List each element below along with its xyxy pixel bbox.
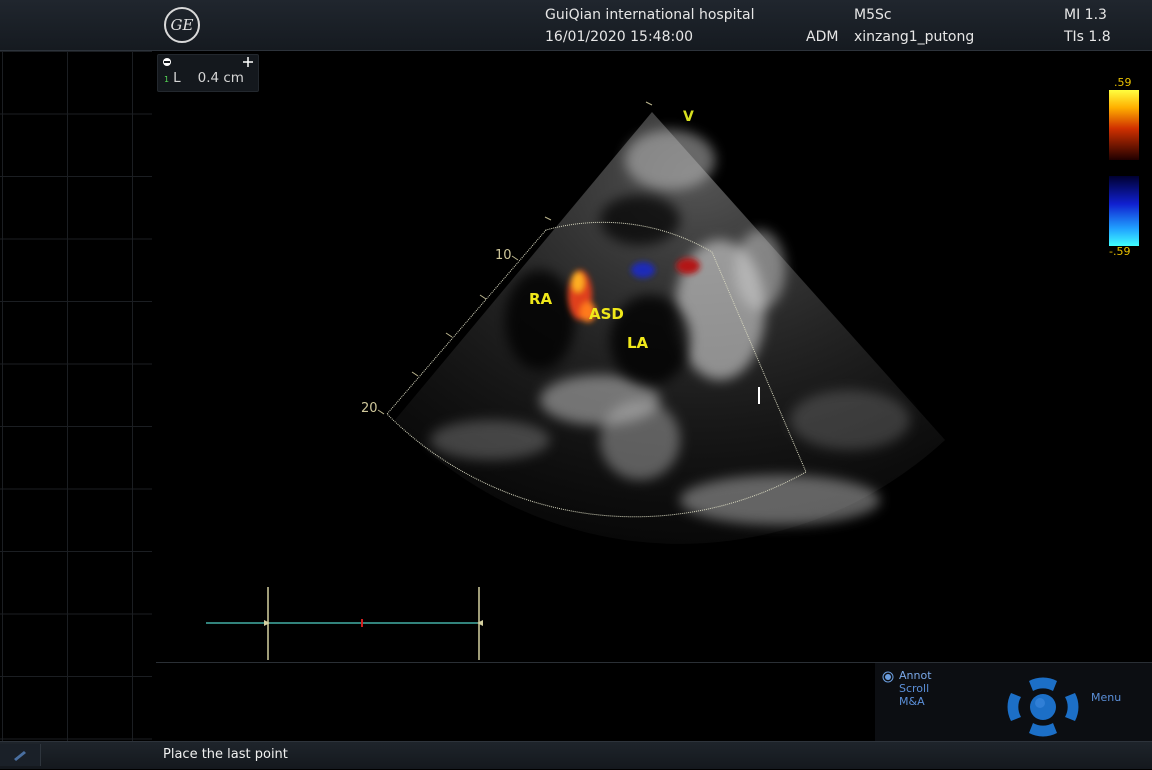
depth-label-20: 20 — [361, 401, 378, 416]
pen-icon — [14, 751, 26, 761]
label-la: LA — [627, 334, 649, 352]
trackball-icon[interactable] — [1005, 673, 1081, 739]
option-scroll[interactable]: Scroll — [899, 682, 929, 695]
caliper-measurement — [206, 587, 483, 660]
status-message: Place the last point — [163, 747, 288, 762]
radio-selected-icon[interactable] — [882, 671, 894, 683]
trackball-control-panel: Annot Scroll M&A Menu — [875, 663, 1152, 741]
option-annot[interactable]: Annot — [899, 669, 932, 682]
depth-label-10: 10 — [495, 248, 512, 263]
color-velocity-bar — [1109, 90, 1139, 246]
status-bar: Place the last point — [0, 741, 1152, 769]
option-ma[interactable]: M&A — [899, 695, 925, 708]
label-ra: RA — [529, 290, 553, 308]
ultrasound-image — [206, 101, 945, 660]
v-marker: V — [683, 109, 694, 125]
menu-label[interactable]: Menu — [1091, 691, 1121, 704]
color-scale-bottom: -.59 — [1109, 245, 1131, 258]
status-icon-button[interactable] — [0, 744, 41, 766]
label-asd: ASD — [589, 305, 624, 323]
color-scale-top: .59 — [1114, 76, 1132, 89]
